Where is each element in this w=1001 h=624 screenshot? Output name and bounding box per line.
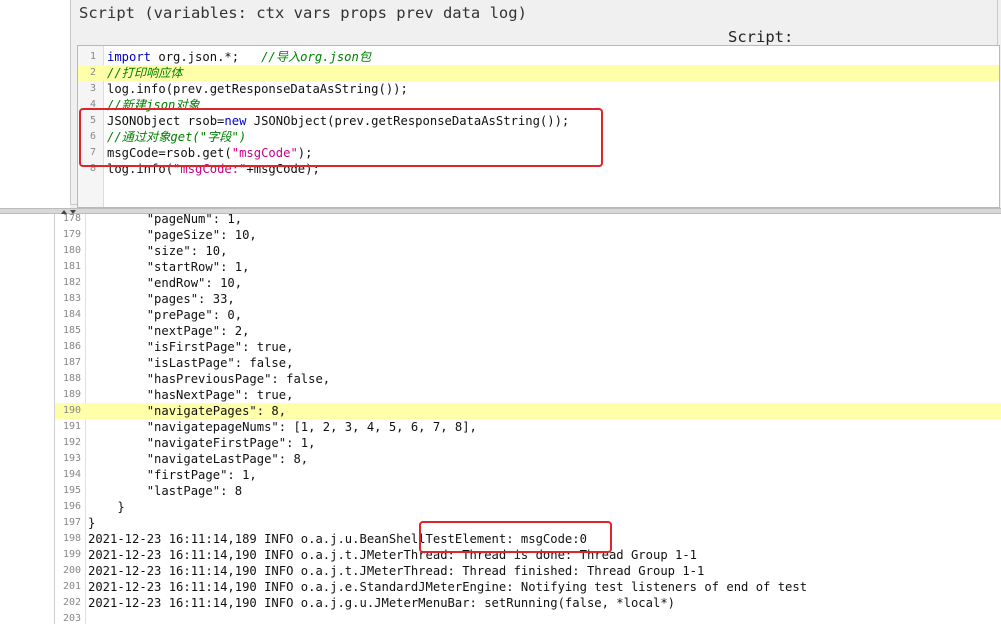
log-line: 179 "pageSize": 10, [55, 227, 1001, 243]
log-line: 203 [55, 611, 1001, 624]
log-line-number: 201 [62, 581, 81, 592]
editor-line-code: log.info(prev.getResponseDataAsString())… [107, 81, 408, 97]
log-line-number: 198 [62, 533, 81, 544]
log-line-number: 188 [62, 373, 81, 384]
log-line-number: 199 [62, 549, 81, 560]
log-line: 191 "navigatepageNums": [1, 2, 3, 4, 5, … [55, 419, 1001, 435]
log-line-text: "navigateFirstPage": 1, [88, 436, 316, 450]
log-line-text: } [88, 500, 125, 514]
log-line-number: 180 [62, 245, 81, 256]
log-line-text: "hasNextPage": true, [88, 388, 294, 402]
log-line-number: 191 [62, 421, 81, 432]
editor-line[interactable]: 2 //打印响应体 [78, 65, 999, 81]
log-line-text: "pageNum": 1, [88, 214, 243, 226]
log-line: 202 2021-12-23 16:11:14,190 INFO o.a.j.g.… [55, 595, 1001, 611]
log-line-text: "hasPreviousPage": false, [88, 372, 331, 386]
log-line-text: "endRow": 10, [88, 276, 243, 290]
log-line: 194 "firstPage": 1, [55, 467, 1001, 483]
log-line-number: 178 [62, 214, 81, 224]
code-token: log.info(prev.getResponseDataAsString())… [107, 82, 408, 96]
log-line-text: "navigateLastPage": 8, [88, 452, 309, 466]
log-line: 193 "navigateLastPage": 8, [55, 451, 1001, 467]
script-label: Script: [728, 28, 794, 46]
log-line-number: 183 [62, 293, 81, 304]
editor-line[interactable]: 1 import org.json.*; //导入org.json包 [78, 49, 999, 65]
log-line-text: "pages": 33, [88, 292, 235, 306]
log-line: 196 } [55, 499, 1001, 515]
left-strip [0, 0, 70, 210]
log-line-number: 185 [62, 325, 81, 336]
log-line: 184 "prePage": 0, [55, 307, 1001, 323]
log-line-number: 182 [62, 277, 81, 288]
log-line-number: 202 [62, 597, 81, 608]
log-line: 180 "size": 10, [55, 243, 1001, 259]
log-line: 187 "isLastPage": false, [55, 355, 1001, 371]
log-line: 186 "isFirstPage": true, [55, 339, 1001, 355]
log-line-text: "isLastPage": false, [88, 356, 294, 370]
log-line-number: 200 [62, 565, 81, 576]
log-line-text: 2021-12-23 16:11:14,190 INFO o.a.j.t.JMe… [88, 564, 705, 578]
code-token: org.json.*; [151, 50, 262, 64]
code-token: //打印响应体 [107, 66, 183, 80]
log-line-number: 187 [62, 357, 81, 368]
code-token: //导入org.json包 [261, 50, 372, 64]
log-line-text: "navigatepageNums": [1, 2, 3, 4, 5, 6, 7… [88, 420, 477, 434]
log-line-number: 190 [62, 405, 81, 416]
log-line-number: 194 [62, 469, 81, 480]
annotation-box-msgcode-log [419, 521, 612, 553]
log-line-number: 193 [62, 453, 81, 464]
log-line: 190 "navigatePages": 8, [55, 403, 1001, 419]
log-line-number: 181 [62, 261, 81, 272]
log-line: 181 "startRow": 1, [55, 259, 1001, 275]
log-line: 185 "nextPage": 2, [55, 323, 1001, 339]
log-line-number: 189 [62, 389, 81, 400]
log-line-text: 2021-12-23 16:11:14,190 INFO o.a.j.e.Sta… [88, 580, 808, 594]
log-line: 200 2021-12-23 16:11:14,190 INFO o.a.j.t.… [55, 563, 1001, 579]
editor-line-number: 2 [89, 67, 96, 78]
log-line-number: 195 [62, 485, 81, 496]
log-line-text: "nextPage": 2, [88, 324, 250, 338]
log-line-text: "lastPage": 8 [88, 484, 243, 498]
log-line: 192 "navigateFirstPage": 1, [55, 435, 1001, 451]
log-line-text: "prePage": 0, [88, 308, 243, 322]
log-line-number: 184 [62, 309, 81, 320]
log-line-text: "pageSize": 10, [88, 228, 257, 242]
log-line-text: "startRow": 1, [88, 260, 250, 274]
log-line: 188 "hasPreviousPage": false, [55, 371, 1001, 387]
log-line-text: } [88, 516, 96, 530]
log-line: 201 2021-12-23 16:11:14,190 INFO o.a.j.e.… [55, 579, 1001, 595]
code-token: import [107, 50, 152, 64]
annotation-box-json-code [79, 108, 603, 167]
log-line-text: "size": 10, [88, 244, 228, 258]
log-line: 195 "lastPage": 8 [55, 483, 1001, 499]
editor-line[interactable]: 3 log.info(prev.getResponseDataAsString()… [78, 81, 999, 97]
log-line-number: 192 [62, 437, 81, 448]
log-line-text: "navigatePages": 8, [88, 404, 287, 418]
log-line-number: 203 [62, 613, 81, 624]
log-line-number: 196 [62, 501, 81, 512]
editor-line-number: 1 [89, 51, 96, 62]
log-line-text: 2021-12-23 16:11:14,190 INFO o.a.j.g.u.J… [88, 596, 675, 610]
editor-line-code: //打印响应体 [107, 65, 183, 81]
log-line: 182 "endRow": 10, [55, 275, 1001, 291]
log-line-number: 186 [62, 341, 81, 352]
log-line: 178 "pageNum": 1, [55, 214, 1001, 227]
log-line-number: 197 [62, 517, 81, 528]
editor-line-number: 3 [89, 83, 96, 94]
log-line-text: "isFirstPage": true, [88, 340, 294, 354]
log-line-text: "firstPage": 1, [88, 468, 257, 482]
log-line-number: 179 [62, 229, 81, 240]
editor-line-code: import org.json.*; //导入org.json包 [107, 49, 371, 65]
log-line: 183 "pages": 33, [55, 291, 1001, 307]
log-viewer[interactable]: 178 "pageNum": 1, 179 "pageSize": 10, 180 … [54, 214, 1001, 624]
script-panel-title: Script (variables: ctx vars props prev d… [77, 4, 529, 22]
log-line: 189 "hasNextPage": true, [55, 387, 1001, 403]
